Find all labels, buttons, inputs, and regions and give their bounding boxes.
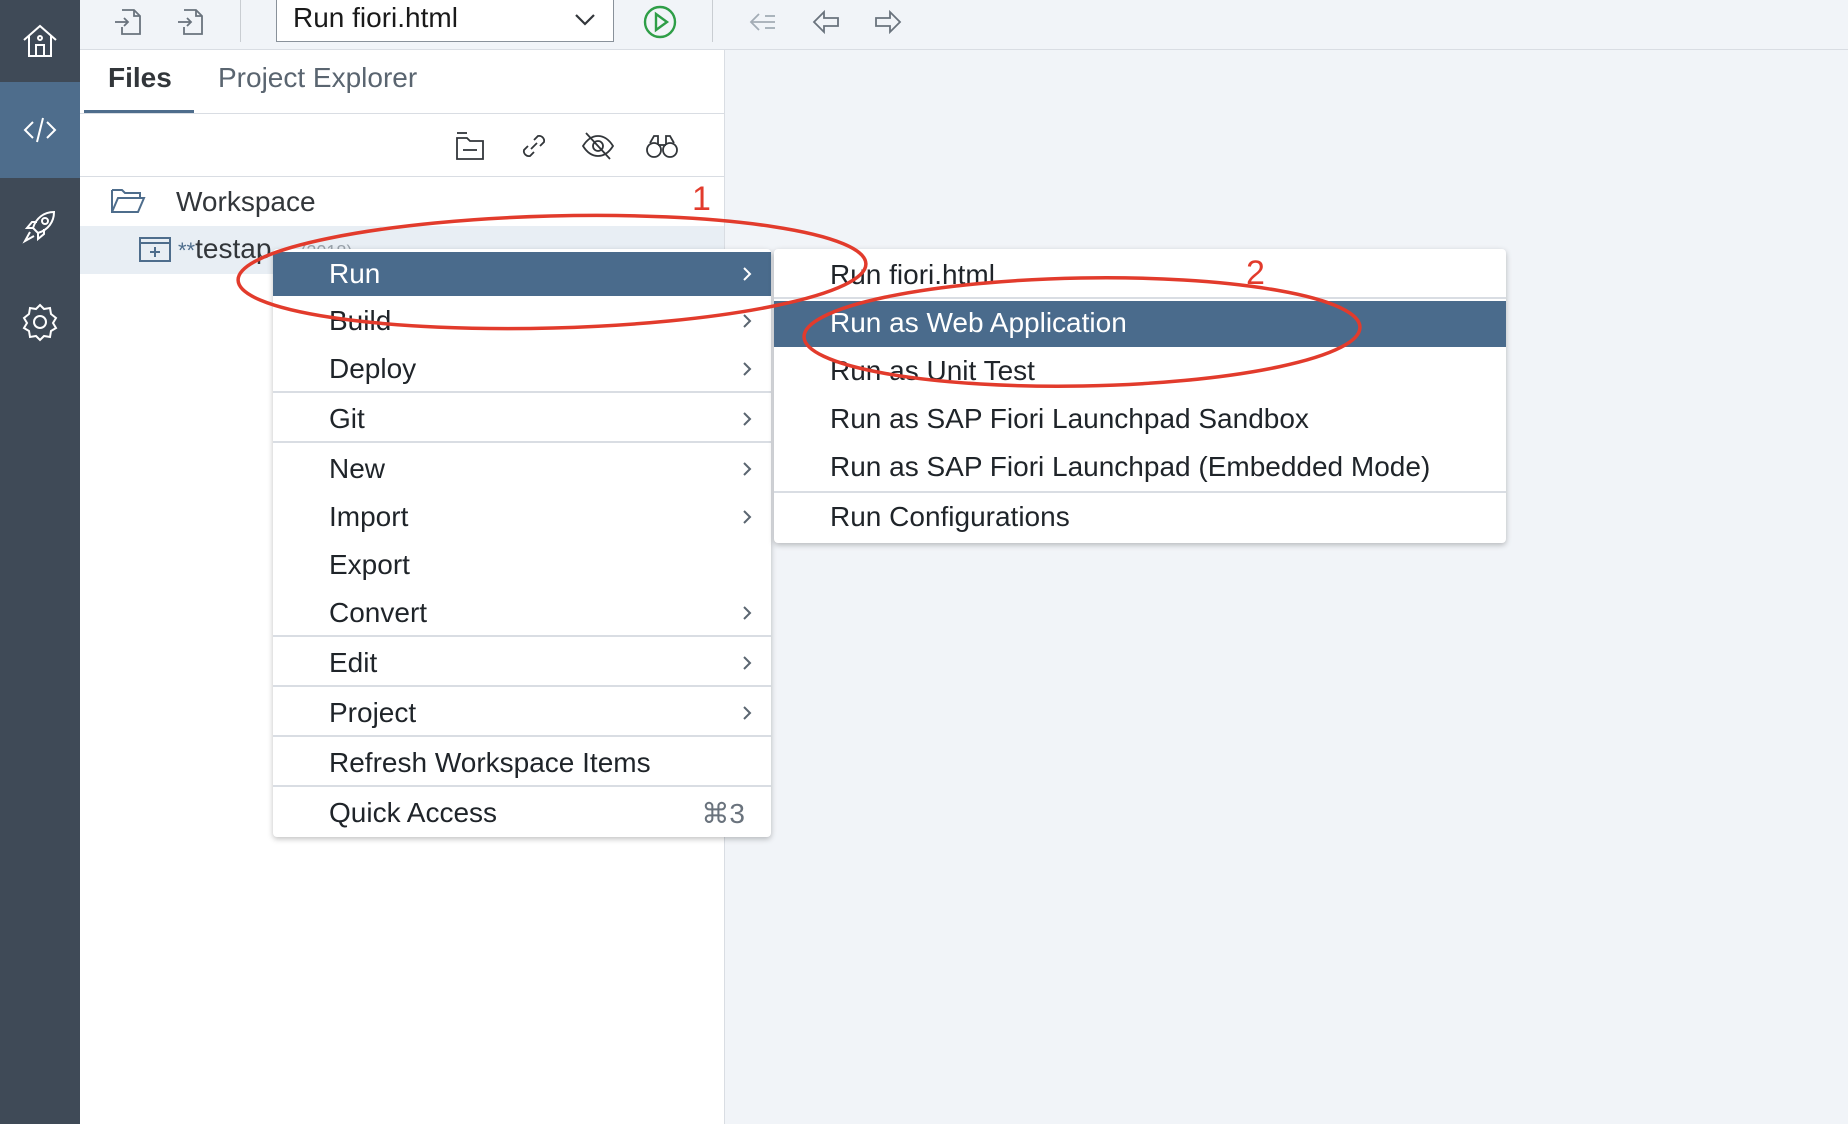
back-to-edit-button[interactable]	[744, 4, 780, 40]
rocket-icon	[22, 210, 56, 244]
home-icon	[23, 24, 57, 57]
submenu-item-run-as-launchpad-embedded[interactable]: Run as SAP Fiori Launchpad (Embedded Mod…	[774, 445, 1506, 489]
tab-files[interactable]: Files	[108, 62, 172, 94]
menu-separator	[774, 491, 1506, 493]
back-to-edit-icon	[749, 13, 775, 31]
deploy-button[interactable]	[0, 178, 80, 274]
menu-item-run[interactable]: Run	[273, 252, 771, 296]
menu-separator	[273, 391, 771, 393]
context-menu: Run Build Deploy Git New Import Export C…	[273, 249, 771, 837]
menu-item-edit[interactable]: Edit	[273, 641, 771, 685]
submenu-item-run-as-unit-test[interactable]: Run as Unit Test	[774, 349, 1506, 393]
export-icon	[178, 9, 203, 35]
left-rail	[0, 0, 80, 1124]
menu-item-export[interactable]: Export	[273, 543, 771, 587]
annotation-step-1: 1	[692, 180, 711, 218]
top-toolbar: Run fiori.html	[80, 0, 1848, 50]
back-button[interactable]	[808, 4, 844, 40]
chevron-right-icon	[743, 706, 752, 720]
run-submenu: Run fiori.html Run as Web Application Ru…	[774, 249, 1506, 543]
run-button[interactable]	[642, 4, 678, 40]
panel-divider	[80, 176, 724, 177]
home-button[interactable]	[0, 0, 80, 82]
development-button[interactable]	[0, 82, 80, 178]
hide-icon	[581, 132, 615, 160]
menu-item-git[interactable]: Git	[273, 397, 771, 441]
annotation-step-2: 2	[1246, 254, 1265, 292]
menu-item-deploy[interactable]: Deploy	[273, 347, 771, 391]
chevron-down-icon	[575, 14, 595, 26]
chevron-right-icon	[743, 314, 752, 328]
toolbar-separator	[712, 0, 713, 42]
submenu-item-run-as-launchpad-sandbox[interactable]: Run as SAP Fiori Launchpad Sandbox	[774, 397, 1506, 441]
menu-item-convert[interactable]: Convert	[273, 591, 771, 635]
menu-item-import[interactable]: Import	[273, 495, 771, 539]
import-button[interactable]	[110, 4, 146, 40]
hide-button[interactable]	[578, 126, 618, 166]
submenu-item-run-as-web-application[interactable]: Run as Web Application	[774, 301, 1506, 347]
submenu-item-run-fiori-html[interactable]: Run fiori.html	[774, 253, 1506, 297]
tree-item-workspace[interactable]: Workspace	[80, 178, 724, 224]
run-play-icon	[643, 5, 677, 39]
menu-separator	[774, 297, 1506, 299]
link-button[interactable]	[514, 126, 554, 166]
tab-project-explorer[interactable]: Project Explorer	[218, 62, 417, 94]
menu-separator	[273, 441, 771, 443]
chevron-right-icon	[743, 656, 752, 670]
panel-divider	[80, 113, 724, 114]
toolbar-separator	[240, 0, 241, 42]
menu-separator	[273, 735, 771, 737]
submenu-item-run-configurations[interactable]: Run Configurations	[774, 495, 1506, 539]
export-button[interactable]	[172, 4, 208, 40]
chevron-right-icon	[743, 362, 752, 376]
menu-separator	[273, 685, 771, 687]
project-name: testap	[195, 233, 272, 264]
collapse-all-button[interactable]	[450, 126, 490, 166]
search-binoculars-icon	[646, 135, 678, 158]
chevron-right-icon	[743, 510, 752, 524]
chevron-right-icon	[743, 412, 752, 426]
menu-item-quick-access[interactable]: Quick Access ⌘3	[273, 791, 771, 835]
menu-item-new[interactable]: New	[273, 447, 771, 491]
forward-icon	[875, 9, 902, 35]
menu-item-build[interactable]: Build	[273, 299, 771, 343]
menu-separator	[273, 785, 771, 787]
tree-item-label: Workspace	[176, 186, 316, 217]
menu-item-project[interactable]: Project	[273, 691, 771, 735]
run-config-value: Run fiori.html	[293, 2, 458, 33]
settings-button[interactable]	[0, 274, 80, 370]
project-folder-icon	[139, 237, 171, 262]
link-icon	[523, 135, 545, 157]
folder-open-icon	[111, 189, 146, 213]
import-icon	[115, 9, 141, 35]
run-config-select[interactable]: Run fiori.html	[276, 0, 614, 42]
chevron-right-icon	[743, 462, 752, 476]
gear-icon	[22, 303, 58, 342]
menu-item-refresh-workspace[interactable]: Refresh Workspace Items	[273, 741, 771, 785]
forward-button[interactable]	[870, 4, 906, 40]
shortcut-label: ⌘3	[701, 798, 745, 829]
chevron-right-icon	[743, 267, 752, 281]
chevron-right-icon	[743, 606, 752, 620]
menu-separator	[273, 635, 771, 637]
code-icon	[23, 117, 57, 143]
back-icon	[812, 9, 839, 35]
collapse-all-icon	[456, 132, 484, 160]
search-button[interactable]	[642, 126, 682, 166]
modified-indicator: **	[178, 238, 196, 263]
